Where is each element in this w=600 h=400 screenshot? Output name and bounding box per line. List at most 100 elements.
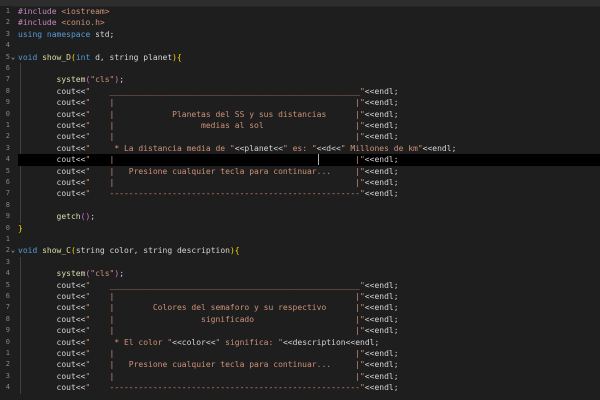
code-token: ; [393, 86, 399, 96]
code-line[interactable]: cout<<" | |"<<endl; [18, 348, 600, 359]
code-line[interactable]: #include <iostream> [18, 6, 600, 17]
code-token: ; [393, 371, 399, 381]
code-token: cout [18, 143, 76, 153]
code-token: cout [18, 326, 76, 336]
code-line[interactable]: void show_C(string color, string descrip… [18, 245, 600, 256]
code-token: " * El color " [85, 337, 173, 347]
code-token: using [18, 29, 47, 39]
code-line[interactable] [18, 40, 600, 51]
code-token: << [75, 314, 86, 324]
collapse-icon[interactable]: ⌄ [10, 245, 16, 256]
code-token: " | medias al sol |" [85, 121, 365, 130]
collapse-icon[interactable]: ⌄ [10, 52, 16, 63]
line-number: 3 [5, 371, 10, 380]
code-line[interactable] [18, 200, 600, 211]
code-token: int [75, 52, 96, 62]
code-token: <conio.h> [61, 18, 105, 28]
code-token: endl [374, 86, 394, 96]
code-token: " | |" [85, 132, 365, 142]
code-line[interactable]: cout<<" ________________________________… [18, 86, 600, 97]
code-token: endl [374, 280, 394, 290]
code-token: " | Planetas del SS y sus distancias |" [85, 109, 365, 119]
code-line[interactable]: cout<<" | |"<<endl; [18, 371, 600, 382]
code-line[interactable] [18, 257, 600, 268]
code-token: cout [18, 371, 76, 381]
code-line[interactable] [18, 234, 600, 245]
code-line[interactable]: cout<<" | |"<<endl; [18, 177, 600, 188]
code-token: { [177, 52, 182, 62]
code-line[interactable]: cout<<" | |"<<endl; [18, 325, 600, 336]
code-token: " | Presione cualquier tecla para contin… [85, 360, 365, 370]
code-token: description [176, 246, 230, 256]
code-line[interactable]: #include <conio.h> [18, 17, 600, 28]
code-token: << [364, 314, 375, 324]
code-token: string [75, 246, 110, 256]
code-line[interactable]: cout<<" --------------------------------… [18, 188, 600, 199]
line-number: 4 [5, 155, 10, 164]
line-number: 0 [5, 223, 10, 232]
code-line[interactable]: cout<<" | |"<<endl; [18, 291, 600, 302]
code-token: ; [393, 166, 399, 176]
code-line[interactable]: cout<<" * El color "<<color<<" significa… [18, 337, 600, 348]
code-line[interactable]: using namespace std; [18, 29, 600, 40]
code-token: ; [109, 29, 115, 39]
code-line[interactable] [18, 63, 600, 74]
line-number: 0 [5, 109, 10, 118]
code-line[interactable]: cout<<" | |"<<endl; [18, 131, 600, 142]
line-number: 2 [5, 132, 10, 141]
line-number: 3 [5, 143, 10, 152]
code-line[interactable]: } [18, 223, 600, 234]
current-code-line[interactable]: cout<<" | |"<<endl; [18, 154, 600, 166]
line-number: 2 [5, 18, 10, 27]
code-editor[interactable]: 1 2 3 4 5 6 7 8 9 0 1 2 3 4 5 6 7 8 9 0 1 2 3 4 5 6 7 8 9 0 1 2 3 4 ⌄ ⌄ #in… [0, 0, 600, 400]
text-cursor [318, 154, 319, 166]
code-token: ; [393, 109, 399, 119]
code-token: color, [109, 246, 144, 256]
code-line[interactable]: system("cls"); [18, 74, 600, 85]
code-token: << [364, 292, 375, 301]
code-token: cout [18, 166, 76, 176]
code-token: " * La distancia media de " [85, 143, 235, 153]
code-token: ; [393, 326, 399, 336]
code-token: cout [18, 189, 76, 199]
line-number: 4 [5, 41, 10, 50]
line-number: 9 [5, 212, 10, 221]
code-token: << [364, 109, 375, 119]
code-line[interactable]: cout<<" | |"<<endl; [18, 97, 600, 108]
code-token: endl [374, 360, 394, 370]
code-area[interactable]: #include <iostream> #include <conio.h> usi… [18, 6, 600, 400]
line-number: 5 [5, 52, 10, 61]
code-token: endl [374, 155, 394, 165]
code-token: } [18, 223, 23, 233]
line-number: 1 [5, 235, 10, 243]
code-line[interactable]: cout<<" | Presione cualquier tecla para … [18, 359, 600, 370]
code-line[interactable]: cout<<" | Colores del semaforo y su resp… [18, 302, 600, 313]
code-token: " | |" [85, 155, 365, 165]
line-number: 4 [5, 383, 10, 392]
code-token: cout [18, 314, 76, 324]
line-number-gutter: 1 2 3 4 5 6 7 8 9 0 1 2 3 4 5 6 7 8 9 0 1 2 3 4 5 6 7 8 9 0 1 2 3 4 ⌄ ⌄ [0, 6, 15, 400]
code-token: " | |" [85, 371, 365, 381]
code-line[interactable]: system("cls"); [18, 268, 600, 279]
code-line[interactable]: void show_D(int d, string planet){ [18, 52, 600, 63]
code-line[interactable]: cout<<" * La distancia media de "<<plane… [18, 143, 600, 154]
code-token: " | Colores del semaforo y su respectivo… [85, 303, 365, 313]
code-token: << [364, 303, 375, 313]
line-number: 0 [5, 337, 10, 346]
code-token: << [75, 178, 86, 187]
code-line[interactable]: getch(); [18, 211, 600, 222]
code-line[interactable]: cout<<" | Presione cualquier tecla para … [18, 166, 600, 177]
line-number: 1 [5, 349, 10, 357]
code-token: << [75, 121, 86, 130]
code-token: endl [374, 303, 394, 313]
code-line[interactable]: cout<<" ________________________________… [18, 280, 600, 291]
code-line[interactable]: cout<<" | medias al sol |"<<endl; [18, 120, 600, 131]
code-line[interactable]: cout<<" | Planetas del SS y sus distanci… [18, 109, 600, 120]
code-token: << [422, 143, 433, 153]
code-token: endl [355, 337, 375, 347]
code-token: endl [374, 349, 394, 358]
code-line[interactable]: cout<<" | significado |"<<endl; [18, 314, 600, 325]
code-line[interactable]: cout<<" --------------------------------… [18, 382, 600, 393]
code-token: endl [374, 292, 394, 301]
code-token: << [364, 86, 375, 96]
